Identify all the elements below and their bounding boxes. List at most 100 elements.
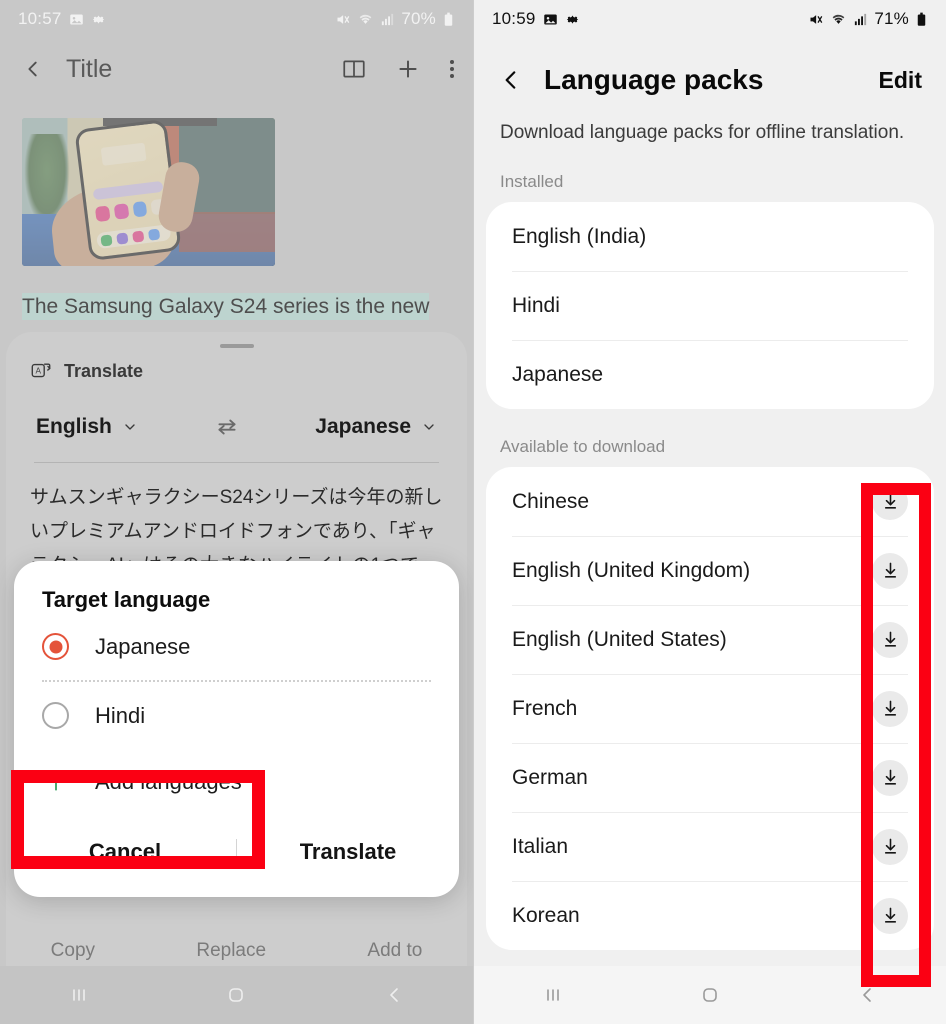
- download-icon[interactable]: [872, 483, 908, 520]
- wifi-icon: [357, 12, 374, 27]
- left-app-bar: Title: [0, 38, 473, 100]
- signal-icon: [853, 12, 868, 27]
- left-phone-screen: 10:57 70% Title The Samsung Galaxy S24 s…: [0, 0, 473, 1024]
- left-status-bar: 10:57 70%: [0, 0, 473, 38]
- recents-icon[interactable]: [541, 983, 565, 1007]
- more-vertical-icon[interactable]: [449, 57, 455, 81]
- translate-header: A Translate: [30, 360, 443, 382]
- swap-languages-button[interactable]: [210, 414, 244, 440]
- list-item[interactable]: Korean: [486, 881, 934, 950]
- installed-list: English (India) Hindi Japanese: [486, 202, 934, 409]
- chevron-down-icon: [122, 419, 138, 435]
- right-navigation-bar: [474, 966, 946, 1024]
- article-hero-image: [22, 118, 275, 266]
- download-icon[interactable]: [872, 759, 908, 796]
- back-button[interactable]: [498, 67, 524, 93]
- status-time: 10:57: [18, 9, 62, 28]
- available-list: Chinese English (United Kingdom) English…: [486, 467, 934, 950]
- dialog-title: Target language: [42, 587, 211, 612]
- right-phone-screen: 10:59 71% Language packs Edit Download l…: [473, 0, 946, 1024]
- list-item[interactable]: Chinese: [486, 467, 934, 536]
- download-icon[interactable]: [872, 828, 908, 865]
- target-language-label: Japanese: [315, 415, 412, 438]
- article-paragraph: The Samsung Galaxy S24 series is the new: [22, 292, 451, 322]
- left-navigation-bar: [0, 966, 473, 1024]
- home-icon[interactable]: [698, 983, 722, 1007]
- language-selector-row: English Japanese: [30, 414, 443, 440]
- download-icon[interactable]: [872, 621, 908, 658]
- language-name: Hindi: [512, 293, 560, 317]
- recents-icon[interactable]: [67, 983, 91, 1007]
- back-icon[interactable]: [855, 983, 879, 1007]
- source-language-chip[interactable]: English: [36, 415, 138, 439]
- download-icon[interactable]: [872, 897, 908, 934]
- right-app-bar: Language packs Edit: [474, 38, 946, 96]
- language-name: French: [512, 696, 578, 720]
- language-name: Chinese: [512, 489, 590, 513]
- image-icon: [69, 12, 84, 27]
- image-icon: [543, 12, 558, 27]
- list-item[interactable]: Hindi: [486, 271, 934, 340]
- list-item[interactable]: English (United Kingdom): [486, 536, 934, 605]
- language-name: Korean: [512, 903, 580, 927]
- option-hindi[interactable]: Hindi: [14, 682, 459, 749]
- dual-screenshot: 10:57 70% Title The Samsung Galaxy S24 s…: [0, 0, 946, 1024]
- home-icon[interactable]: [224, 983, 248, 1007]
- installed-section-label: Installed: [500, 172, 564, 191]
- language-name: English (United States): [512, 627, 727, 651]
- battery-percent: 70%: [401, 9, 436, 28]
- download-icon[interactable]: [872, 552, 908, 589]
- book-icon[interactable]: [341, 56, 367, 82]
- svg-text:A: A: [35, 366, 41, 375]
- option-japanese[interactable]: Japanese: [14, 613, 459, 680]
- copy-action[interactable]: Copy: [51, 940, 95, 962]
- source-language-label: English: [36, 415, 112, 438]
- add-languages-button[interactable]: Add languages: [14, 749, 459, 815]
- option-label: Hindi: [95, 702, 146, 728]
- target-language-chip[interactable]: Japanese: [315, 415, 437, 439]
- battery-percent: 71%: [874, 9, 909, 28]
- translate-icon: A: [30, 360, 52, 382]
- context-action-bar: Copy Replace Add to: [0, 940, 473, 962]
- add-languages-label: Add languages: [95, 769, 242, 794]
- list-item[interactable]: Japanese: [486, 340, 934, 409]
- edit-button[interactable]: Edit: [879, 67, 922, 94]
- back-button[interactable]: [18, 58, 48, 80]
- sheet-grabber[interactable]: [219, 344, 254, 348]
- language-name: German: [512, 765, 588, 789]
- radio-japanese[interactable]: [42, 633, 69, 660]
- add-to-action[interactable]: Add to: [367, 940, 422, 962]
- target-language-dialog: Target language Japanese Hindi Add langu…: [14, 561, 459, 897]
- sheet-divider: [34, 462, 439, 463]
- wifi-icon: [830, 12, 847, 27]
- list-item[interactable]: English (United States): [486, 605, 934, 674]
- translate-label: Translate: [64, 360, 144, 381]
- translate-button[interactable]: Translate: [237, 825, 459, 879]
- page-description: Download language packs for offline tran…: [500, 122, 905, 143]
- list-item[interactable]: Italian: [486, 812, 934, 881]
- highlighted-selection[interactable]: The Samsung Galaxy S24 series is the new: [22, 293, 430, 320]
- language-name: English (India): [512, 224, 647, 248]
- plus-icon: [42, 769, 69, 795]
- radio-hindi[interactable]: [42, 702, 69, 729]
- list-item[interactable]: German: [486, 743, 934, 812]
- status-time: 10:59: [492, 9, 536, 28]
- gear-icon: [91, 12, 106, 27]
- available-section-label: Available to download: [500, 437, 666, 456]
- article-content: The Samsung Galaxy S24 series is the new: [0, 100, 473, 322]
- dialog-button-row: Cancel Translate: [14, 815, 459, 897]
- replace-action[interactable]: Replace: [196, 940, 266, 962]
- language-name: English (United Kingdom): [512, 558, 751, 582]
- cancel-button[interactable]: Cancel: [14, 825, 236, 879]
- plus-icon[interactable]: [395, 56, 421, 82]
- download-icon[interactable]: [872, 690, 908, 727]
- list-item[interactable]: English (India): [486, 202, 934, 271]
- language-name: Japanese: [512, 362, 604, 386]
- list-item[interactable]: French: [486, 674, 934, 743]
- mute-icon: [334, 12, 351, 27]
- option-label: Japanese: [95, 633, 191, 659]
- battery-icon: [915, 12, 928, 27]
- back-icon[interactable]: [382, 983, 406, 1007]
- signal-icon: [380, 12, 395, 27]
- battery-icon: [442, 12, 455, 27]
